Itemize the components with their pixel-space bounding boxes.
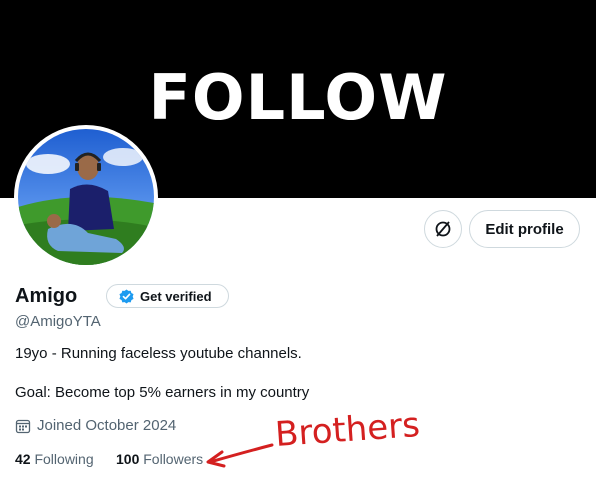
display-name: Amigo: [15, 285, 78, 307]
edit-profile-button[interactable]: Edit profile: [469, 210, 580, 248]
avatar-image: [18, 129, 154, 265]
handwritten-annotation: Brothers: [206, 405, 421, 468]
annotation-text: Brothers: [274, 405, 421, 455]
joined-label: Joined October 2024: [37, 417, 177, 434]
bio-line-1: 19yo - Running faceless youtube channels…: [15, 345, 302, 362]
no-analytics-icon: [435, 221, 451, 237]
followers-label: Followers: [143, 451, 204, 467]
followers-link[interactable]: 100 Followers: [116, 451, 203, 467]
user-handle: @AmigoYTA: [15, 313, 101, 330]
following-label: Following: [34, 451, 94, 467]
get-verified-button[interactable]: Get verified: [106, 284, 229, 308]
bio-line-2: Goal: Become top 5% earners in my countr…: [15, 384, 310, 401]
avatar[interactable]: [14, 125, 158, 269]
verified-badge-icon: [119, 288, 134, 304]
get-verified-label: Get verified: [140, 288, 212, 304]
analytics-toggle-button[interactable]: [424, 210, 462, 248]
following-link[interactable]: 42 Following: [15, 451, 94, 467]
followers-count: 100: [116, 451, 140, 467]
following-count: 42: [15, 451, 31, 467]
joined-date: Joined October 2024: [15, 417, 176, 434]
calendar-icon: [15, 419, 31, 433]
